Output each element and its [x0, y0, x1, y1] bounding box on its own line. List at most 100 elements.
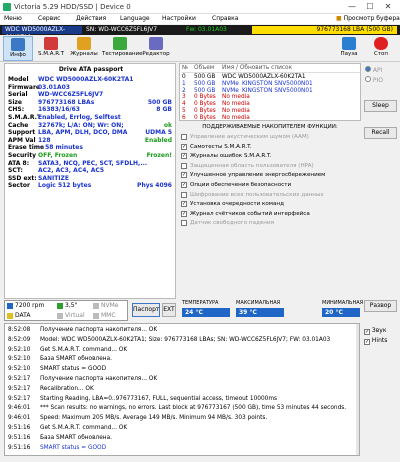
- rpm-label: 7200 rpm: [15, 302, 45, 309]
- tab-editor-label: Редактор: [142, 51, 170, 57]
- log-message: SMART status = GOOD: [40, 444, 107, 451]
- feature-item[interactable]: ✓ Журнал счётчиков событий интерфейса: [181, 210, 361, 218]
- passport-row: Sector Logic 512 bytes Phys 4096: [8, 182, 174, 189]
- menu-actions[interactable]: Действия: [76, 15, 106, 22]
- feature-item[interactable]: ✓ Опции обеспечения безопасности: [181, 181, 361, 189]
- log-entry: 9:52:17 Получение паспорта накопителя... …: [8, 375, 358, 384]
- tab-testing[interactable]: Тестирование: [102, 36, 143, 61]
- feature-item[interactable]: Шифрование всех пользовательских данных: [181, 191, 361, 199]
- passport-value: OFF, Frozen: [38, 152, 78, 159]
- log-message: Получение паспорта накопителя... OK: [40, 376, 158, 382]
- passport-value: 976773168 LBAs: [38, 98, 95, 106]
- min-temp-label: МИНИМАЛЬНАЯ: [322, 300, 364, 306]
- passport-row: Cache 32767k; L/A: ON; Wr: ON; ok: [8, 122, 174, 129]
- log-entry: 9:51:16 SMART status = GOOD: [8, 444, 358, 453]
- feature-item[interactable]: ✓ Журналы ошибок S.M.A.R.T.: [181, 152, 361, 160]
- log-entry: 8:52:09 Model: WDC WD5000AZLX-60K2TA1; Si…: [8, 336, 358, 345]
- virtual-label: Virtual: [65, 312, 85, 319]
- header-size[interactable]: Объем: [194, 65, 214, 73]
- feature-item[interactable]: ✓ Самотесты S.M.A.R.T.: [181, 143, 361, 151]
- ext-button[interactable]: EXT: [162, 303, 176, 317]
- menu-service[interactable]: Сервис: [38, 15, 60, 22]
- log-time: 9:51:16: [8, 444, 31, 451]
- feature-checkbox[interactable]: ✓: [181, 182, 187, 188]
- passport-row: Erase time ~ 58 minutes: [8, 144, 174, 151]
- log-message: Starting Reading, LBA=0..976773167, FULL…: [40, 395, 278, 402]
- passport-value: SATA3, NCQ, PEC, SCT, SFDLH,...: [38, 159, 148, 167]
- log-entry: 9:52:10 База SMART обновлена.: [8, 355, 358, 364]
- minimize-button[interactable]: —: [344, 1, 360, 13]
- drive-list-header: № Объем Имя / Обновить список: [182, 65, 360, 73]
- passport-key: Sector: [8, 182, 30, 190]
- feature-checkbox[interactable]: ✓: [181, 172, 187, 179]
- feature-checkbox[interactable]: [181, 191, 187, 198]
- max-temp-value: 39 °C: [236, 308, 284, 317]
- passport-key: Serial: [8, 91, 28, 99]
- feature-checkbox[interactable]: [181, 162, 187, 169]
- feature-checkbox[interactable]: ✓: [181, 210, 187, 217]
- pio-radio-dot: [365, 76, 371, 82]
- menu-settings[interactable]: Настройки: [162, 15, 196, 22]
- lba-display: 976773168 LBA (500 GB): [252, 26, 397, 34]
- stop-button[interactable]: Стоп: [366, 36, 396, 61]
- header-name[interactable]: Имя / Обновить список: [222, 65, 292, 73]
- drive-model-display[interactable]: WDC WD5000AZLX-60K2TA1: [2, 26, 82, 41]
- passport-button[interactable]: Паспорт: [132, 303, 160, 317]
- log-entry: 9:51:16 База SMART обновлена.: [8, 434, 358, 443]
- feature-item[interactable]: ✓ Улучшенное управление энергосбережением: [181, 171, 361, 179]
- feature-item[interactable]: Управление акустическим шумом (AAM): [181, 133, 361, 141]
- passport-key: ATA 8:: [8, 159, 30, 167]
- tab-logs[interactable]: Журналы: [69, 36, 99, 61]
- sleep-button[interactable]: Sleep: [364, 100, 397, 112]
- data-indicator: [7, 313, 13, 319]
- pause-button[interactable]: Пауза: [334, 36, 364, 61]
- log-entry: 9:52:17 Starting Reading, LBA=0..97677316…: [8, 395, 358, 404]
- log-message: Recalibration... OK: [40, 385, 94, 392]
- logs-icon: [77, 37, 91, 50]
- passport-row: SSD ext: SANITIZE: [8, 175, 174, 182]
- recall-button[interactable]: Recall: [364, 127, 397, 139]
- feature-checkbox[interactable]: [181, 220, 187, 227]
- log-time: 9:51:16: [8, 425, 31, 431]
- sound-label: Звук: [371, 327, 387, 334]
- tab-smart[interactable]: S.M.A.R.T: [36, 36, 66, 61]
- tab-editor[interactable]: Редактор: [141, 36, 171, 61]
- passport-title: Drive ATA passport: [58, 66, 124, 73]
- passport-key: Model: [8, 76, 29, 83]
- feature-checkbox[interactable]: ✓: [181, 201, 187, 208]
- feature-item[interactable]: Защищенная область пользователя (HPA): [181, 162, 361, 170]
- drive-list: № Объем Имя / Обновить список 0 500 GB WDC…: [179, 63, 361, 121]
- menu-view-buffer[interactable]: ■ Просмотр буфера: [336, 15, 400, 22]
- pio-radio[interactable]: PIO: [365, 76, 383, 84]
- menu-language[interactable]: Language: [120, 15, 150, 22]
- menu-help[interactable]: Справка: [212, 15, 238, 22]
- tab-testing-label: Тестирование: [102, 51, 143, 57]
- feature-checkbox[interactable]: ✓: [181, 143, 187, 150]
- hints-checkbox[interactable]: ✓ Hints: [364, 337, 387, 345]
- tab-info[interactable]: Инфо: [3, 36, 33, 61]
- log-scrollbar[interactable]: [356, 324, 359, 455]
- testing-icon: [113, 37, 127, 50]
- tab-smart-label: S.M.A.R.T: [38, 51, 64, 57]
- feature-label: Журнал счётчиков событий интерфейса: [190, 210, 310, 217]
- feature-checkbox[interactable]: [181, 134, 187, 140]
- toolbar: Инфо S.M.A.R.T Журналы Тестирование Реда…: [0, 35, 400, 62]
- close-button[interactable]: ✕: [380, 1, 396, 13]
- feature-item[interactable]: ✓ Установка очередности команд: [181, 200, 361, 208]
- feature-checkbox[interactable]: ✓: [181, 153, 187, 160]
- log-entry: 9:52:10 SMART status = GOOD: [8, 365, 358, 374]
- sound-check-box: ✓: [364, 329, 370, 335]
- temp-label: ТЕМПЕРАТУРА: [182, 300, 219, 306]
- sound-checkbox[interactable]: ✓ Звук: [364, 327, 387, 335]
- feature-item[interactable]: Датчик свободного падения: [181, 219, 361, 227]
- menu-main[interactable]: Меню: [4, 15, 22, 22]
- passport-key: APM Val: [8, 136, 36, 144]
- api-radio[interactable]: API: [365, 66, 382, 74]
- tab-logs-label: Журналы: [70, 51, 98, 57]
- api-label: API: [372, 67, 383, 74]
- passport-value: ~ 58 minutes: [38, 144, 83, 152]
- log-panel: 8:52:08 Получение паспорта накопителя... …: [4, 323, 360, 456]
- drive-info-bar: WDC WD5000AZLX-60K2TA1 SN: WD-WCC6Z5FL6J…: [0, 25, 400, 41]
- serial-display: SN: WD-WCC6Z5FL6JV7: [86, 26, 158, 33]
- maximize-button[interactable]: ☐: [362, 1, 378, 13]
